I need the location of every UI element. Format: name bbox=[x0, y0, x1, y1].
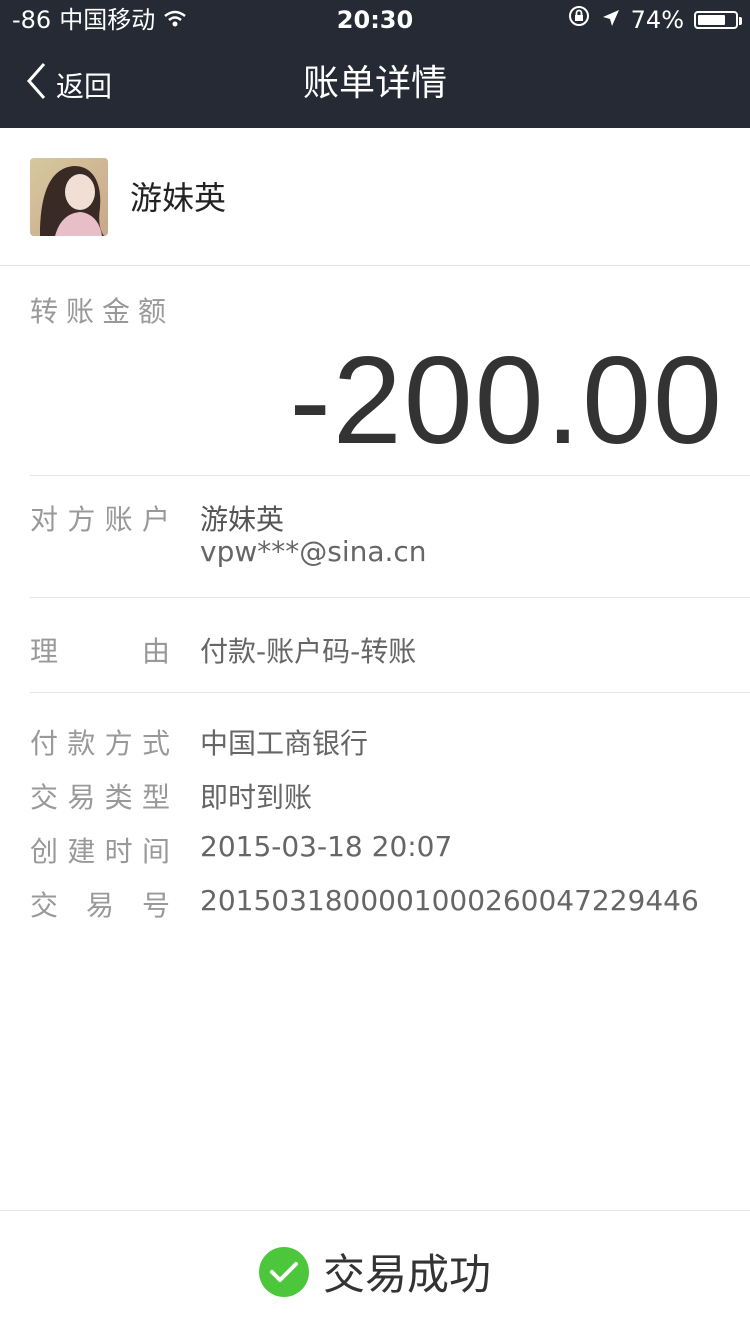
label-char: 交 bbox=[30, 781, 59, 814]
created-time-value: 2015-03-18 20:07 bbox=[200, 830, 453, 863]
payment-method-value: 中国工商银行 bbox=[200, 727, 369, 760]
label-char: 账 bbox=[104, 503, 133, 536]
reason-label: 理 由 bbox=[30, 630, 170, 670]
label-char: 间 bbox=[141, 835, 170, 868]
check-circle-icon bbox=[258, 1246, 309, 1297]
transaction-no-value: 2015031800001000260047229446 bbox=[200, 884, 699, 917]
label-char: 类 bbox=[104, 781, 133, 814]
divider bbox=[30, 597, 750, 598]
battery-fill bbox=[698, 15, 725, 25]
label-char: 式 bbox=[141, 727, 170, 760]
status-bar: -86 中国移动 20:30 74% bbox=[0, 0, 750, 40]
label-char: 易 bbox=[85, 889, 114, 922]
battery-nub bbox=[739, 17, 742, 25]
status-right: 74% bbox=[567, 0, 742, 40]
label-char: 付 bbox=[30, 727, 59, 760]
divider bbox=[30, 475, 750, 476]
counterparty-name: 游妹英 bbox=[200, 503, 285, 536]
rotation-lock-icon bbox=[567, 0, 591, 40]
created-time-label: 创 建 时 间 bbox=[30, 830, 170, 870]
label-char: 由 bbox=[141, 635, 170, 668]
divider bbox=[30, 692, 750, 693]
counterparty-label: 对 方 账 户 bbox=[30, 498, 170, 538]
nav-bar: 返回 账单详情 bbox=[0, 40, 750, 128]
avatar[interactable] bbox=[30, 158, 108, 236]
label-char: 对 bbox=[30, 503, 59, 536]
label-char: 时 bbox=[104, 835, 133, 868]
contact-header[interactable]: 游妹英 bbox=[0, 128, 750, 266]
amount-label: 转账金额 bbox=[30, 295, 175, 328]
label-char: 易 bbox=[67, 781, 96, 814]
transaction-status: 交易成功 bbox=[322, 1250, 491, 1299]
page-title: 账单详情 bbox=[302, 63, 447, 104]
label-char: 方 bbox=[104, 727, 133, 760]
battery-icon bbox=[694, 11, 742, 29]
counterparty-account: vpw***@sina.cn bbox=[200, 535, 427, 568]
transaction-status-footer: 交易成功 bbox=[0, 1210, 750, 1334]
status-wrap: 交易成功 bbox=[0, 1241, 750, 1302]
transaction-type-label: 交 易 类 型 bbox=[30, 776, 170, 816]
label-char: 款 bbox=[67, 727, 96, 760]
label-char: 交 bbox=[30, 889, 59, 922]
reason-value: 付款-账户码-转账 bbox=[200, 635, 417, 668]
payment-method-label: 付 款 方 式 bbox=[30, 722, 170, 762]
label-char: 方 bbox=[67, 503, 96, 536]
transaction-no-label: 交 易 号 bbox=[30, 884, 170, 924]
label-char: 理 bbox=[30, 635, 59, 668]
contact-name: 游妹英 bbox=[130, 179, 227, 217]
transaction-type-value: 即时到账 bbox=[200, 781, 313, 814]
label-char: 号 bbox=[141, 889, 170, 922]
bill-detail-page: -86 中国移动 20:30 74% 返回 账单详情 游妹英 转账金额 -200… bbox=[0, 0, 750, 1334]
label-char: 创 bbox=[30, 835, 59, 868]
label-char: 型 bbox=[141, 781, 170, 814]
battery-percent: 74% bbox=[630, 6, 684, 34]
label-char: 户 bbox=[141, 503, 170, 536]
top-bar: -86 中国移动 20:30 74% 返回 账单详情 bbox=[0, 0, 750, 128]
amount-value: -200.00 bbox=[289, 332, 724, 470]
label-char: 建 bbox=[67, 835, 96, 868]
location-arrow-icon bbox=[601, 0, 621, 40]
